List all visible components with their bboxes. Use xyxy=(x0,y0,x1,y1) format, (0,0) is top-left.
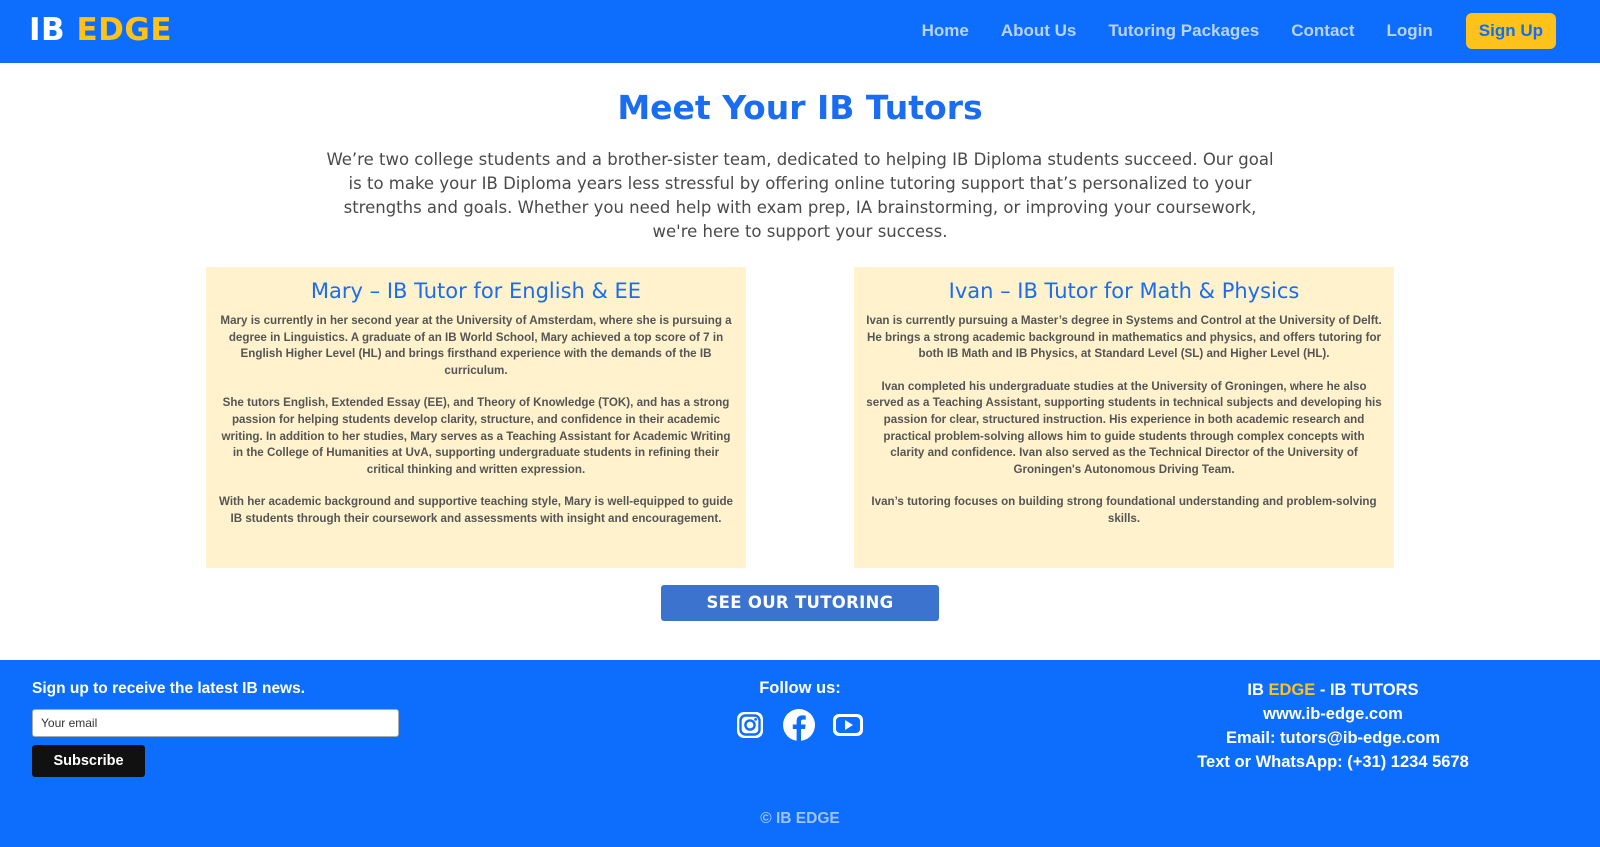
nav-login[interactable]: Login xyxy=(1387,21,1433,41)
main-nav: Home About Us Tutoring Packages Contact … xyxy=(890,12,1556,50)
page-title: Meet Your IB Tutors xyxy=(617,88,983,127)
footer-brand-edge: EDGE xyxy=(1268,681,1316,699)
follow-us-label: Follow us: xyxy=(759,679,841,697)
signup-button[interactable]: Sign Up xyxy=(1465,13,1556,49)
nav-about-us[interactable]: About Us xyxy=(1001,21,1077,41)
website-link[interactable]: www.ib-edge.com xyxy=(1133,702,1533,726)
tutor-card-ivan: Ivan – IB Tutor for Math & Physics Ivan … xyxy=(854,267,1394,568)
nav-home[interactable]: Home xyxy=(922,21,969,41)
tutor-card-paragraph: Ivan’s tutoring focuses on building stro… xyxy=(871,495,1377,525)
logo-edge: EDGE xyxy=(76,12,172,48)
facebook-icon[interactable] xyxy=(782,708,816,742)
tutor-card-paragraph: Ivan completed his undergraduate studies… xyxy=(866,379,1382,476)
nav-tutoring-packages[interactable]: Tutoring Packages xyxy=(1108,21,1259,41)
subscribe-button[interactable]: Subscribe xyxy=(32,745,145,777)
site-footer: Sign up to receive the latest IB news. S… xyxy=(0,660,1600,847)
copyright: © IB EDGE xyxy=(760,810,840,827)
see-tutoring-packages-button[interactable]: SEE OUR TUTORING PACKAGES xyxy=(661,585,939,648)
nav-contact[interactable]: Contact xyxy=(1291,21,1354,41)
youtube-icon[interactable] xyxy=(831,708,865,742)
social-links xyxy=(733,708,880,742)
logo-ib: IB xyxy=(29,12,66,48)
tutor-card-paragraph: Mary is currently in her second year at … xyxy=(220,314,732,377)
footer-brand: IB EDGE - IB TUTORS xyxy=(1133,678,1533,702)
contact-info: IB EDGE - IB TUTORS www.ib-edge.com Emai… xyxy=(1133,678,1533,774)
site-logo[interactable]: IB EDGE xyxy=(29,12,172,48)
footer-brand-suffix: - IB TUTORS xyxy=(1315,681,1419,699)
instagram-icon[interactable] xyxy=(733,708,767,742)
tutor-card-paragraph: Ivan is currently pursuing a Master’s de… xyxy=(866,314,1382,361)
email-input[interactable] xyxy=(32,709,399,737)
tutor-card-mary: Mary – IB Tutor for English & EE Mary is… xyxy=(206,267,746,568)
phone-contact: Text or WhatsApp: (+31) 1234 5678 xyxy=(1197,753,1469,771)
tutor-card-paragraph: She tutors English, Extended Essay (EE),… xyxy=(221,396,731,476)
tutor-card-title: Mary – IB Tutor for English & EE xyxy=(310,279,642,303)
email-contact[interactable]: Email: tutors@ib-edge.com xyxy=(1133,726,1533,750)
tutor-card-title: Ivan – IB Tutor for Math & Physics xyxy=(948,279,1300,303)
intro-text: We’re two college students and a brother… xyxy=(326,150,1274,241)
site-header: IB EDGE Home About Us Tutoring Packages … xyxy=(0,0,1600,63)
footer-brand-ib: IB xyxy=(1247,681,1264,699)
newsletter-label: Sign up to receive the latest IB news. xyxy=(32,680,306,697)
tutor-card-paragraph: With her academic background and support… xyxy=(219,495,733,525)
